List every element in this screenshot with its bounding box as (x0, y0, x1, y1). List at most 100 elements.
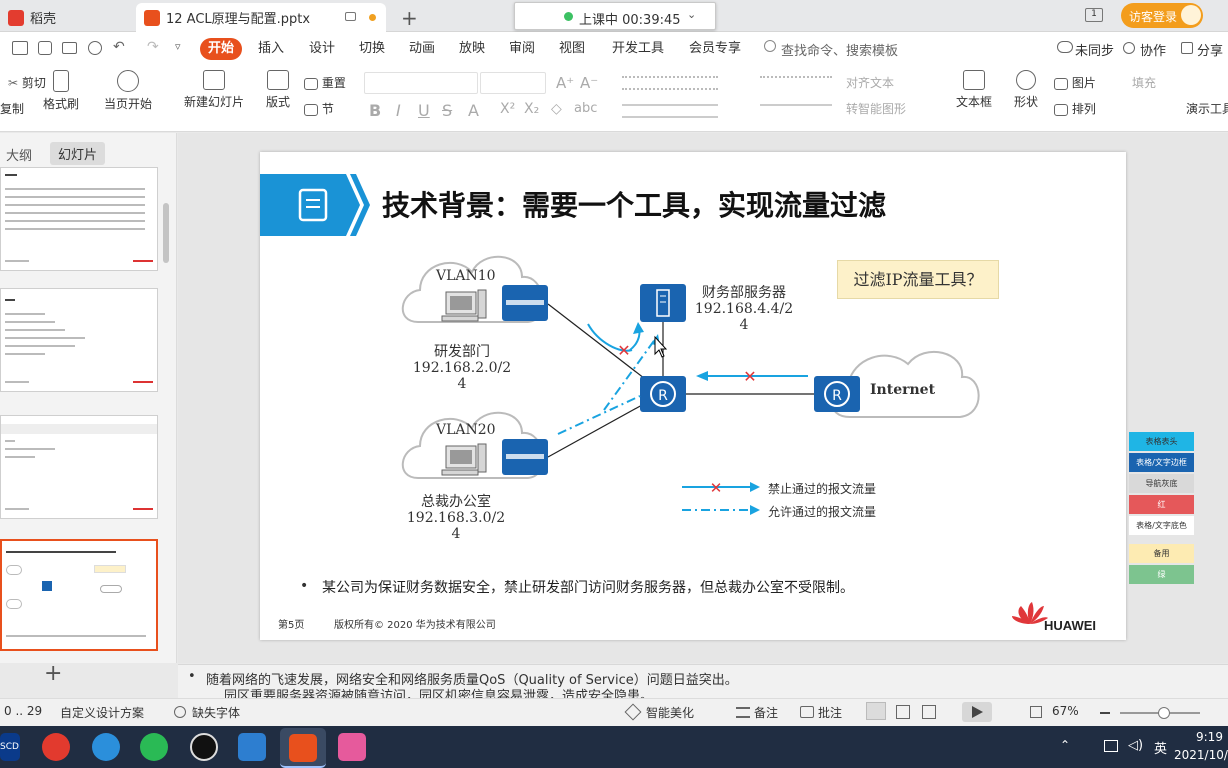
zoom-out-icon[interactable] (1100, 712, 1110, 714)
tab-review[interactable]: 审阅 (501, 38, 543, 60)
play-from-label: 当页开始 (103, 97, 152, 111)
tab-member[interactable]: 会员专享 (681, 38, 749, 60)
format-painter-button[interactable]: 格式刷 (41, 70, 81, 112)
share-button[interactable]: 分享 (1197, 40, 1223, 59)
align-text-button[interactable]: 对齐文本 (846, 74, 894, 91)
slides-tab[interactable]: 幻灯片 (50, 142, 106, 165)
paragraph-align-buttons[interactable] (622, 104, 718, 118)
chevron-down-icon[interactable]: ⌄ (687, 8, 696, 21)
server-icon (640, 284, 686, 322)
quick-access-chevron-icon[interactable]: ▿ (175, 40, 181, 53)
browser-icon[interactable] (42, 733, 70, 761)
new-tab-button[interactable]: + (393, 3, 426, 32)
demo-tool-button[interactable]: 演示工具 (1186, 100, 1228, 117)
text-direction-buttons[interactable] (760, 76, 832, 90)
layout-button[interactable]: 版式 (259, 70, 297, 110)
undo-history-icon[interactable] (38, 41, 52, 55)
command-search[interactable]: 查找命令、搜索模板 (781, 40, 898, 59)
search-icon[interactable] (764, 40, 776, 52)
notes-button[interactable]: 备注 (754, 704, 778, 721)
tab-document[interactable]: 12 ACL原理与配置.pptx (136, 3, 386, 32)
print-icon[interactable] (62, 42, 77, 54)
text-box-button[interactable]: 文本框 (950, 70, 998, 110)
copy-button[interactable]: 复制 (0, 100, 24, 117)
shape-button[interactable]: 形状 (1006, 70, 1046, 110)
tab-developer[interactable]: 开发工具 (604, 38, 672, 60)
shrink-font-icon[interactable]: A⁻ (580, 74, 598, 92)
normal-view-icon[interactable] (866, 702, 886, 720)
smart-shape-button[interactable]: 转智能图形 (846, 100, 906, 117)
grid-view-icon[interactable] (896, 705, 910, 719)
slide-thumbnail[interactable] (0, 288, 158, 392)
font-color-icon[interactable]: A (468, 101, 479, 120)
fill-button[interactable]: 填充 (1132, 74, 1156, 91)
zoom-slider-handle[interactable] (1158, 707, 1170, 719)
font-size-select[interactable] (480, 72, 546, 94)
wechat-icon[interactable] (140, 733, 168, 761)
slide-thumbnail-selected[interactable] (0, 539, 158, 651)
collab-button[interactable]: 协作 (1140, 40, 1166, 59)
tab-design[interactable]: 设计 (301, 38, 343, 60)
bold-icon[interactable]: B (369, 101, 381, 120)
page-number-icon[interactable]: 1 (1085, 8, 1103, 22)
window-icon[interactable] (345, 12, 356, 21)
sync-status[interactable]: 未同步 (1075, 40, 1114, 59)
tray-chevron-icon[interactable]: ⌃ (1060, 738, 1070, 752)
section-button[interactable]: 节 (304, 100, 334, 117)
subscript-icon[interactable]: X₂ (524, 101, 539, 117)
phonetic-icon[interactable]: abc (574, 101, 597, 116)
preview-icon[interactable] (88, 41, 102, 55)
slide-thumbnail[interactable] (0, 167, 158, 271)
tab-transition[interactable]: 切换 (351, 38, 393, 60)
edge-icon[interactable] (92, 733, 120, 761)
qq-icon[interactable] (190, 733, 218, 761)
tab-slideshow[interactable]: 放映 (451, 38, 493, 60)
line-spacing-buttons[interactable] (760, 104, 832, 118)
list-buttons[interactable] (622, 76, 718, 90)
add-slide-button[interactable]: + (44, 661, 62, 686)
classroom-timer[interactable]: 上课中 00:39:45 ⌄ (514, 2, 716, 30)
redo-icon[interactable]: ↷ (147, 39, 159, 55)
tab-animation[interactable]: 动画 (401, 38, 443, 60)
font-family-select[interactable] (364, 72, 478, 94)
comment-button[interactable]: 批注 (818, 704, 842, 721)
eraser-icon[interactable]: ◇ (551, 101, 562, 117)
slide-thumbnail[interactable] (0, 415, 158, 519)
image-app-icon[interactable] (338, 733, 366, 761)
server-ip-suffix: 4 (739, 317, 749, 333)
tab-start[interactable]: 开始 (200, 38, 243, 60)
arrange-button[interactable]: 排列 (1054, 100, 1096, 117)
design-scheme[interactable]: 自定义设计方案 (60, 704, 144, 721)
superscript-icon[interactable]: X² (500, 101, 515, 117)
slide[interactable]: 技术背景：需要一个工具，实现流量过滤 R R ✕ ✕ ✕ VLAN10 VLAN… (260, 152, 1126, 640)
smart-beautify-button[interactable]: 智能美化 (646, 704, 694, 721)
play-from-current-button[interactable]: 当页开始 (97, 70, 159, 112)
reading-view-icon[interactable] (922, 705, 936, 719)
strikethrough-icon[interactable]: S (442, 101, 452, 120)
tab-view[interactable]: 视图 (551, 38, 593, 60)
app-icon[interactable]: SCD (0, 733, 20, 761)
grow-font-icon[interactable]: A⁺ (556, 74, 574, 92)
picture-button[interactable]: 图片 (1054, 74, 1096, 91)
volume-icon[interactable]: ◁) (1128, 738, 1143, 753)
notes-pane[interactable]: • 随着网络的飞速发展，网络安全和网络服务质量QoS（Quality of Se… (178, 664, 1228, 698)
wps-taskbar-slot[interactable] (280, 728, 326, 768)
reset-button[interactable]: 重置 (304, 74, 346, 91)
outline-tab[interactable]: 大纲 (6, 145, 32, 164)
fit-window-icon[interactable] (1030, 706, 1042, 718)
network-icon[interactable] (1104, 740, 1118, 752)
ime-indicator[interactable]: 英 (1154, 738, 1167, 757)
panel-scrollbar[interactable] (163, 203, 169, 263)
menu-icon[interactable] (12, 41, 28, 55)
missing-font-button[interactable]: 缺失字体 (192, 704, 240, 721)
italic-icon[interactable]: I (396, 101, 401, 120)
visitor-login-button[interactable]: 访客登录 (1121, 3, 1203, 28)
zoom-level[interactable]: 67% (1052, 704, 1079, 718)
tab-docer[interactable]: 稻壳 (0, 3, 134, 32)
new-slide-button[interactable]: 新建幻灯片 (176, 70, 252, 110)
thumb-cloud-icon (6, 599, 22, 609)
underline-icon[interactable]: U (418, 101, 430, 120)
tab-insert[interactable]: 插入 (250, 38, 292, 60)
undo-icon[interactable]: ↶ (113, 39, 125, 55)
cloud-app-icon[interactable] (238, 733, 266, 761)
